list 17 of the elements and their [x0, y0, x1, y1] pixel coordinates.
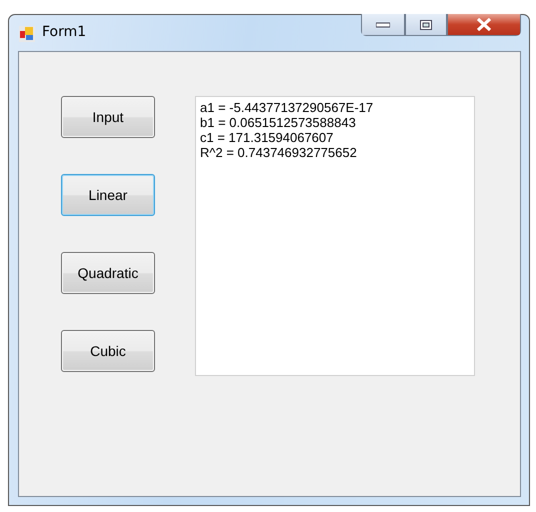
minimize-icon — [376, 22, 390, 28]
command-button[interactable]: Linear — [61, 174, 155, 216]
restore-icon — [420, 20, 432, 30]
output-line: a1 = -5.44377137290567E-17 — [200, 100, 374, 115]
command-button[interactable]: Quadratic — [61, 252, 155, 294]
command-button[interactable]: Cubic — [61, 330, 155, 372]
output-line: b1 = 0.0651512573588843 — [200, 115, 357, 130]
restore-button[interactable] — [405, 14, 447, 36]
output-line: R^2 = 0.743746932775652 — [200, 145, 358, 160]
app-icon — [18, 25, 36, 43]
close-icon — [476, 18, 492, 31]
window-title: Form1 — [42, 24, 86, 40]
command-button[interactable]: Input — [61, 96, 155, 138]
close-button[interactable] — [447, 14, 521, 36]
minimize-button[interactable] — [361, 14, 405, 36]
output-text-box[interactable]: a1 = -5.44377137290567E-17 b1 = 0.0651512573588843 c1 = 171.31594067607 R^2 = 0.743746932775652 — [195, 96, 475, 376]
output-line: c1 = 171.31594067607 — [200, 130, 334, 145]
